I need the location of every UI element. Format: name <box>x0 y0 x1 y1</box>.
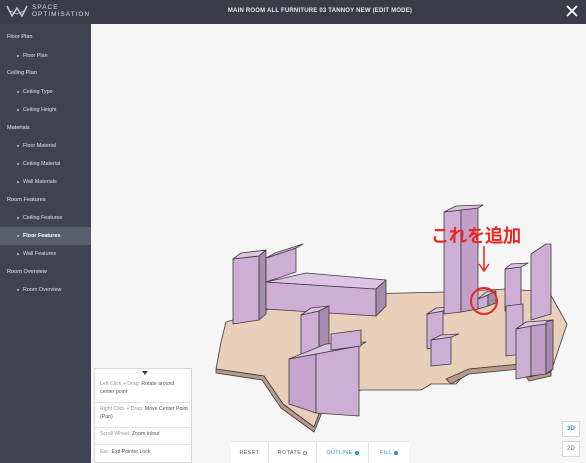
close-icon <box>566 5 578 17</box>
outline-toggle-icon <box>354 450 359 455</box>
furniture-block[interactable] <box>545 319 554 375</box>
sidebar-item-ceiling-material[interactable]: Ceiling Material <box>0 155 91 173</box>
app-logo[interactable]: SPACE OPTIMISATION <box>6 3 90 19</box>
sidebar: Floor Plan Floor Plan Ceiling Plan Ceili… <box>0 24 91 463</box>
top-bar: SPACE OPTIMISATION MAIN ROOM ALL FURNITU… <box>0 0 586 24</box>
divider <box>95 402 193 403</box>
sidebar-item-label: Floor Plan <box>23 53 48 59</box>
bullet-icon <box>17 216 19 219</box>
control-key: Esc: <box>100 449 111 455</box>
sidebar-item-label: Ceiling Features <box>23 215 63 221</box>
sidebar-item-wall-materials[interactable]: Wall Materials <box>0 173 91 191</box>
control-hint: Left Click + Drag: Rotate around center … <box>100 381 190 396</box>
control-hint: Scroll Wheel: Zoom in/out <box>100 431 190 439</box>
furniture-block[interactable] <box>330 329 362 351</box>
chevron-down-icon[interactable] <box>142 371 148 375</box>
control-key: Left Click + Drag: <box>100 381 140 387</box>
logo-line-1: SPACE <box>32 4 59 11</box>
fill-label: FILL <box>379 450 393 456</box>
sidebar-item-wall-features[interactable]: Wall Features <box>0 245 91 263</box>
bullet-icon <box>17 90 19 93</box>
sidebar-item-label: Ceiling Material <box>23 161 61 167</box>
reset-label: RESET <box>239 450 260 456</box>
furniture-block-side <box>258 249 267 321</box>
furniture-block[interactable] <box>288 353 317 414</box>
sidebar-item-label: Floor Material <box>23 143 56 149</box>
logo-text: SPACE OPTIMISATION <box>32 4 90 18</box>
bullet-icon <box>17 252 19 255</box>
furniture-block[interactable] <box>315 345 360 417</box>
logo-line-2: OPTIMISATION <box>32 11 91 18</box>
sidebar-item-floor-plan[interactable]: Floor Plan <box>0 47 91 65</box>
sidebar-item-floor-features[interactable]: Floor Features <box>0 227 91 245</box>
control-hint: Right Click + Drag: Move Center Point (P… <box>100 406 190 421</box>
control-action: Zoom in/out <box>132 431 160 437</box>
sidebar-item-label: Room Overview <box>23 287 62 293</box>
furniture-block[interactable] <box>515 325 532 380</box>
rotate-label: ROTATE <box>277 450 302 456</box>
sidebar-section-room-features[interactable]: Room Features <box>7 197 46 203</box>
sidebar-item-label: Wall Materials <box>23 179 57 185</box>
divider <box>95 427 193 428</box>
rotate-button[interactable]: ROTATE <box>269 442 317 463</box>
rotate-toggle-icon <box>303 450 308 455</box>
outline-label: OUTLINE <box>326 450 353 456</box>
annotation-arrow <box>478 246 490 273</box>
sidebar-item-floor-material[interactable]: Floor Material <box>0 137 91 155</box>
bullet-icon <box>17 144 19 147</box>
furniture-block[interactable] <box>232 255 260 325</box>
sidebar-section-ceiling-plan[interactable]: Ceiling Plan <box>7 70 37 76</box>
sidebar-item-ceiling-height[interactable]: Ceiling Height <box>0 101 91 119</box>
logo-icon <box>6 5 28 18</box>
bullet-icon <box>17 54 19 57</box>
control-hint: Esc: Exit Pointer Lock <box>100 449 190 457</box>
furniture-block[interactable] <box>530 323 547 377</box>
bullet-icon <box>17 234 19 237</box>
sidebar-item-label: Ceiling Height <box>23 107 57 113</box>
view-3d-button[interactable]: 3D <box>562 421 580 437</box>
sidebar-item-room-overview[interactable]: Room Overview <box>0 281 91 299</box>
bullet-icon <box>17 108 19 111</box>
sidebar-item-label: Wall Features <box>23 251 57 257</box>
bullet-icon <box>17 288 19 291</box>
fill-button[interactable]: FILL <box>369 442 409 463</box>
sidebar-item-ceiling-features[interactable]: Ceiling Features <box>0 209 91 227</box>
controls-help-panel: Left Click + Drag: Rotate around center … <box>94 368 193 463</box>
fill-toggle-icon <box>394 450 399 455</box>
reset-button[interactable]: RESET <box>231 442 269 463</box>
control-key: Right Click + Drag: <box>100 406 144 412</box>
view-2d-button[interactable]: 2D <box>562 441 580 457</box>
control-key: Scroll Wheel: <box>100 431 131 437</box>
page-title: MAIN ROOM ALL FURNITURE 03 TANNOY NEW (E… <box>227 8 413 14</box>
bullet-icon <box>17 162 19 165</box>
divider <box>95 444 193 445</box>
annotation-label: これを追加 <box>431 226 521 247</box>
outline-button[interactable]: OUTLINE <box>317 442 369 463</box>
close-button[interactable] <box>564 3 580 19</box>
bullet-icon <box>17 180 19 183</box>
view-toolbar: RESET ROTATE OUTLINE FILL <box>231 441 409 463</box>
sidebar-section-floor-plan[interactable]: Floor Plan <box>7 34 33 40</box>
furniture-block[interactable] <box>530 243 552 321</box>
sidebar-section-room-overview[interactable]: Room Overview <box>7 269 47 275</box>
furniture-block[interactable] <box>430 336 452 367</box>
sidebar-item-label: Floor Features <box>23 233 61 239</box>
sidebar-item-label: Ceiling Type <box>23 89 53 95</box>
control-action: Exit Pointer Lock <box>111 449 151 455</box>
sidebar-section-materials[interactable]: Materials <box>7 125 30 131</box>
sidebar-item-ceiling-type[interactable]: Ceiling Type <box>0 83 91 101</box>
